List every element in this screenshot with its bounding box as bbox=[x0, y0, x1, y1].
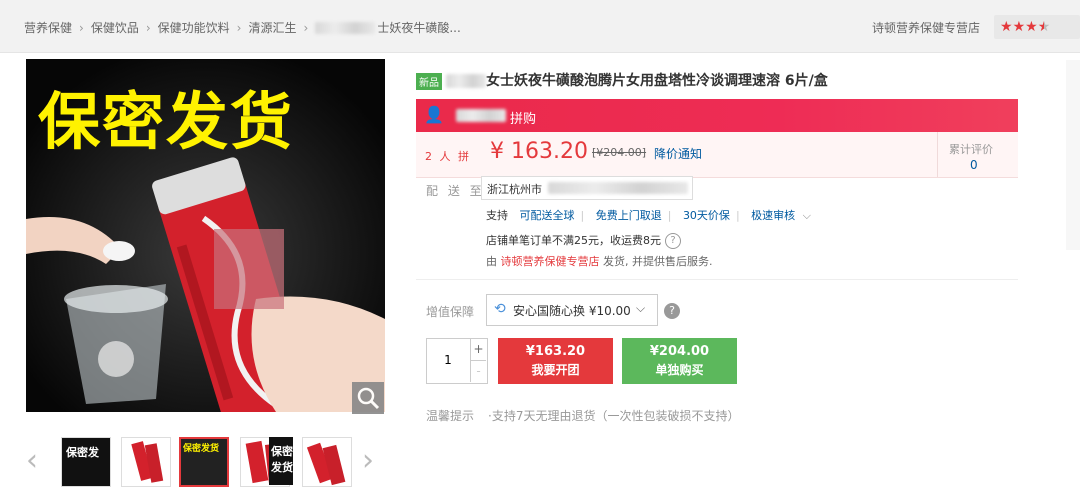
zoom-icon[interactable] bbox=[352, 382, 384, 414]
provided-store-link[interactable]: 诗顿营养保健专营店 bbox=[501, 255, 600, 268]
breadcrumb-item[interactable]: 清源汇生 bbox=[248, 19, 296, 36]
store-rating: ★★★★ bbox=[994, 15, 1080, 39]
support-item[interactable]: 30天价保 bbox=[683, 209, 730, 222]
provided-by: 由 诗顿营养保健专营店 发货, 并提供售后服务. bbox=[486, 253, 713, 269]
chevron-right-icon: › bbox=[236, 20, 242, 35]
thumb-next-arrow-icon[interactable]: › bbox=[362, 445, 374, 477]
quantity-plus-button[interactable]: + bbox=[470, 339, 486, 361]
thumbnail[interactable]: 保密发 bbox=[61, 437, 111, 487]
side-panel-edge bbox=[1066, 60, 1080, 250]
blurred-text bbox=[456, 109, 506, 122]
help-icon[interactable]: ? bbox=[665, 233, 681, 249]
support-item[interactable]: 可配送全球 bbox=[520, 209, 575, 222]
solo-buy-label: 单独购买 bbox=[655, 363, 704, 377]
support-item[interactable]: 极速审核 bbox=[751, 209, 795, 222]
quantity-input[interactable] bbox=[426, 352, 470, 368]
protection-selected: 安心国随心换 ¥10.00 bbox=[513, 304, 631, 318]
thumb-prev-arrow-icon[interactable]: ‹ bbox=[26, 445, 38, 477]
review-count[interactable]: 0 bbox=[970, 158, 978, 172]
breadcrumb-current: 士妖夜牛磺酸... bbox=[377, 21, 461, 35]
user-icon: 👤 bbox=[424, 105, 444, 124]
thumbnail[interactable] bbox=[121, 437, 171, 487]
provided-suffix: 发货, 并提供售后服务. bbox=[603, 255, 713, 268]
blurred-text bbox=[446, 74, 486, 88]
star-icon: ★ bbox=[1012, 19, 1026, 35]
original-price: [¥204.00] bbox=[592, 146, 647, 159]
divider bbox=[416, 279, 1018, 280]
thumbnail-text: 保密发货 bbox=[271, 445, 293, 474]
chevron-down-icon: ⌵ bbox=[636, 301, 646, 315]
tips-text: ·支持7天无理由退货（一次性包装破损不支持） bbox=[488, 409, 740, 423]
store-name-link[interactable]: 诗顿营养保健专营店 bbox=[872, 19, 980, 36]
breadcrumb-item[interactable]: 保健功能饮料 bbox=[158, 19, 230, 36]
star-icon: ★ bbox=[1000, 19, 1013, 35]
group-buy-banner: 👤 拼购 bbox=[416, 99, 1018, 132]
image-overlay-text: 保密发货 bbox=[38, 85, 295, 158]
group-price: ¥ 163.20 bbox=[490, 139, 588, 164]
product-main-image[interactable]: 保密发货 bbox=[26, 59, 385, 412]
breadcrumb-item[interactable]: 营养保健 bbox=[24, 19, 72, 36]
ship-to-label: 配 送 至 bbox=[426, 184, 485, 198]
solo-buy-price: ¥204.00 bbox=[649, 344, 710, 359]
chevron-right-icon: › bbox=[79, 20, 84, 35]
group-size-label: 2 人 拼 bbox=[425, 150, 471, 163]
group-buy-button[interactable]: ¥163.20 我要开团 bbox=[498, 338, 613, 384]
thumbnail-selected[interactable]: 保密发货 bbox=[179, 437, 229, 487]
blurred-text bbox=[548, 182, 688, 194]
chevron-right-icon: › bbox=[145, 20, 151, 35]
half-star-icon: ★ bbox=[1037, 19, 1051, 35]
group-buy-price: ¥163.20 bbox=[525, 344, 586, 359]
shipping-fee-note: 店铺单笔订单不满25元，收运费8元? bbox=[486, 232, 681, 249]
title-text: 女士妖夜牛磺酸泡腾片女用盘塔性冷谈调理速溶 6片/盒 bbox=[486, 73, 828, 89]
tips-label: 温馨提示 bbox=[426, 409, 475, 423]
blurred-text bbox=[315, 21, 376, 34]
thumbnail-text: 保密发 bbox=[62, 438, 110, 486]
address-text: 浙江杭州市 bbox=[487, 183, 542, 196]
product-title: 女士妖夜牛磺酸泡腾片女用盘塔性冷谈调理速溶 6片/盒 bbox=[416, 70, 828, 90]
solo-buy-button[interactable]: ¥204.00 单独购买 bbox=[622, 338, 737, 384]
review-label: 累计评价 bbox=[949, 143, 993, 156]
shipping-fee-text: 店铺单笔订单不满25元，收运费8元 bbox=[486, 234, 661, 247]
breadcrumb-item[interactable]: 保健饮品 bbox=[91, 19, 139, 36]
refresh-icon: ⟲ bbox=[494, 301, 506, 317]
thumbnail-text: 保密发货 bbox=[181, 439, 227, 485]
protection-label: 增值保障 bbox=[426, 305, 475, 319]
support-services: 支持 可配送全球 | 免费上门取退 | 30天价保 | 极速审核 ⌵ bbox=[486, 209, 811, 222]
quantity-minus-button[interactable]: - bbox=[470, 361, 486, 382]
chevron-down-icon[interactable]: ⌵ bbox=[803, 209, 811, 222]
provided-prefix: 由 bbox=[486, 255, 497, 268]
price-notify-link[interactable]: 降价通知 bbox=[654, 145, 702, 162]
group-buy-label: 我要开团 bbox=[531, 363, 580, 377]
breadcrumb: 营养保健 › 保健饮品 › 保健功能饮料 › 清源汇生 › 士妖夜牛磺酸... bbox=[24, 19, 461, 36]
chevron-right-icon: › bbox=[303, 20, 309, 35]
thumbnail[interactable] bbox=[302, 437, 352, 487]
support-label: 支持 bbox=[486, 209, 508, 222]
star-icon: ★ bbox=[1025, 19, 1038, 35]
thumbnail[interactable]: 保密发货 bbox=[269, 437, 293, 485]
help-icon[interactable]: ? bbox=[664, 303, 680, 319]
banner-text: 拼购 bbox=[510, 112, 537, 127]
support-item[interactable]: 免费上门取退 bbox=[596, 209, 662, 222]
